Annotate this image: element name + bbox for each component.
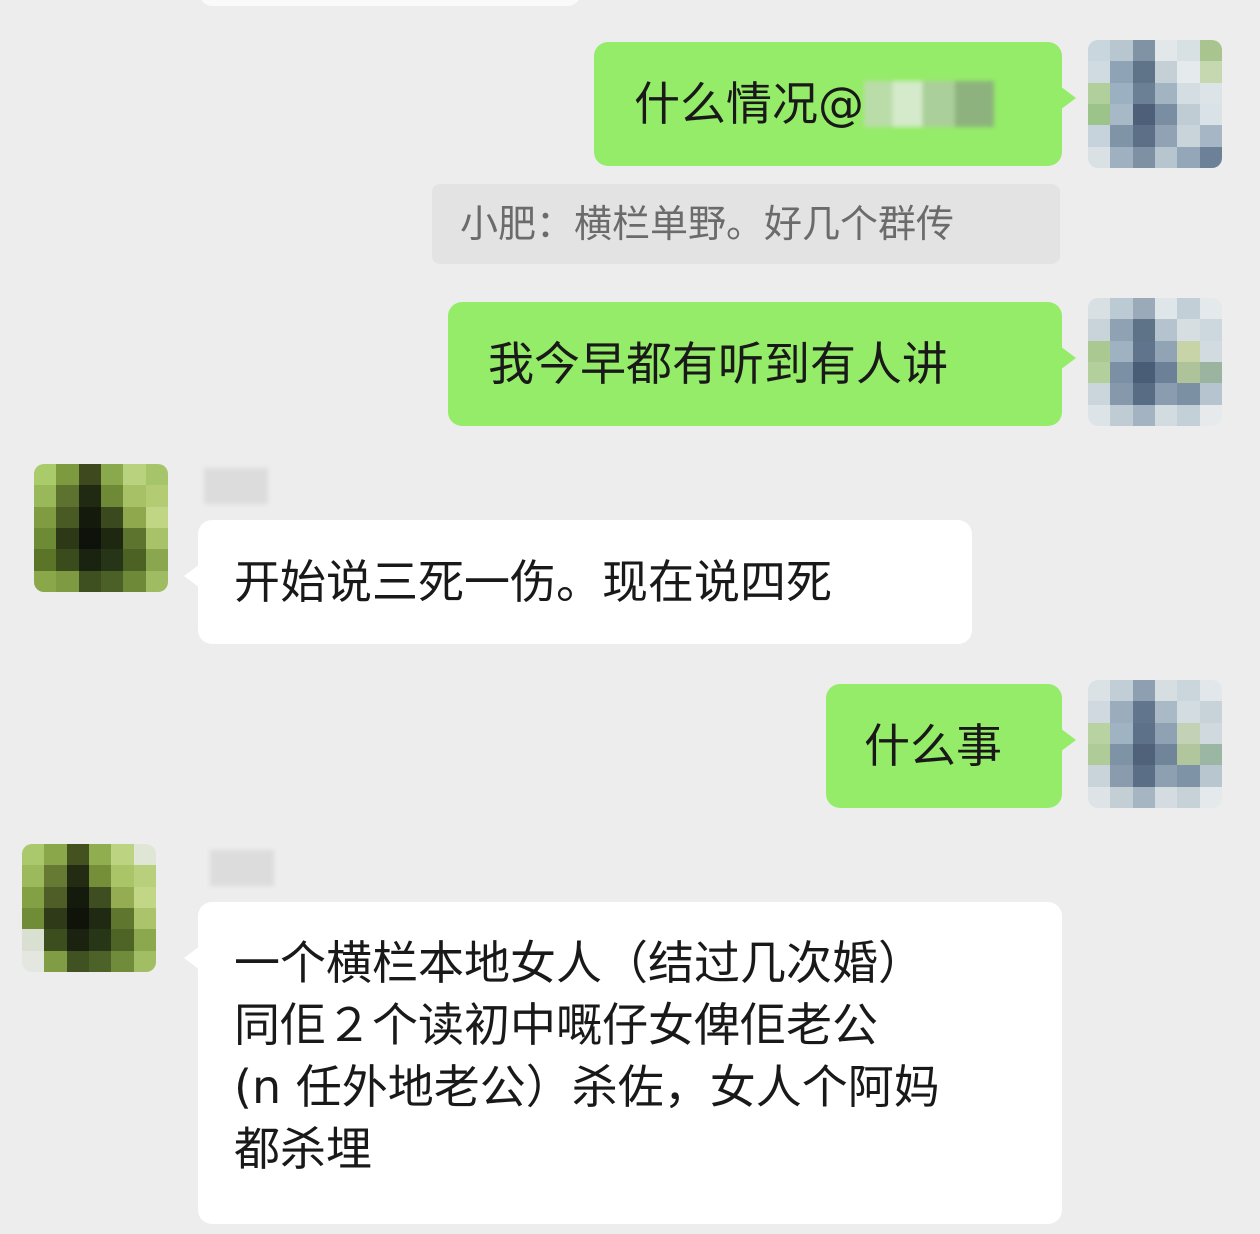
message-bubble-sent[interactable]: 什么情况@ bbox=[594, 42, 1076, 166]
my-avatar[interactable] bbox=[1088, 40, 1222, 168]
contact-name-redacted bbox=[204, 468, 268, 504]
contact-name-redacted bbox=[210, 850, 274, 886]
previous-message-edge bbox=[200, 0, 580, 6]
message-text: 什么情况@ bbox=[634, 77, 864, 131]
message-line: 一个横栏本地女人（结过几次婚） bbox=[234, 936, 924, 990]
message-text: 我今早都有听到有人讲 bbox=[488, 337, 948, 391]
quote-text: 小肥：横栏单野。好几个群传 bbox=[460, 202, 955, 246]
my-avatar[interactable] bbox=[1088, 298, 1222, 426]
message-bubble-received[interactable]: 开始说三死一伤。现在说四死 bbox=[184, 520, 972, 644]
redacted-mention bbox=[864, 80, 994, 127]
message-bubble-sent[interactable]: 我今早都有听到有人讲 bbox=[448, 302, 1076, 426]
message-bubble-received[interactable]: 一个横栏本地女人（结过几次婚） 同佢２个读初中嘅仔女俾佢老公 (n 任外地老公）… bbox=[184, 902, 1062, 1224]
contact-avatar[interactable] bbox=[22, 844, 156, 972]
quoted-message[interactable]: 小肥：横栏单野。好几个群传 bbox=[432, 184, 1060, 264]
message-line: (n 任外地老公）杀佐，女人个阿妈 bbox=[234, 1060, 940, 1114]
my-avatar[interactable] bbox=[1088, 680, 1222, 808]
message-text: 什么事 bbox=[864, 719, 1002, 773]
contact-avatar[interactable] bbox=[34, 464, 168, 592]
message-text: 开始说三死一伤。现在说四死 bbox=[234, 555, 832, 609]
message-line: 都杀埋 bbox=[234, 1122, 372, 1176]
chat-view: 什么情况@ 小肥：横栏单野。好几个群传 我今早都有听到有人讲 开始说三死一伤。现… bbox=[0, 0, 1260, 1234]
message-line: 同佢２个读初中嘅仔女俾佢老公 bbox=[234, 998, 878, 1052]
message-bubble-sent[interactable]: 什么事 bbox=[826, 684, 1076, 808]
